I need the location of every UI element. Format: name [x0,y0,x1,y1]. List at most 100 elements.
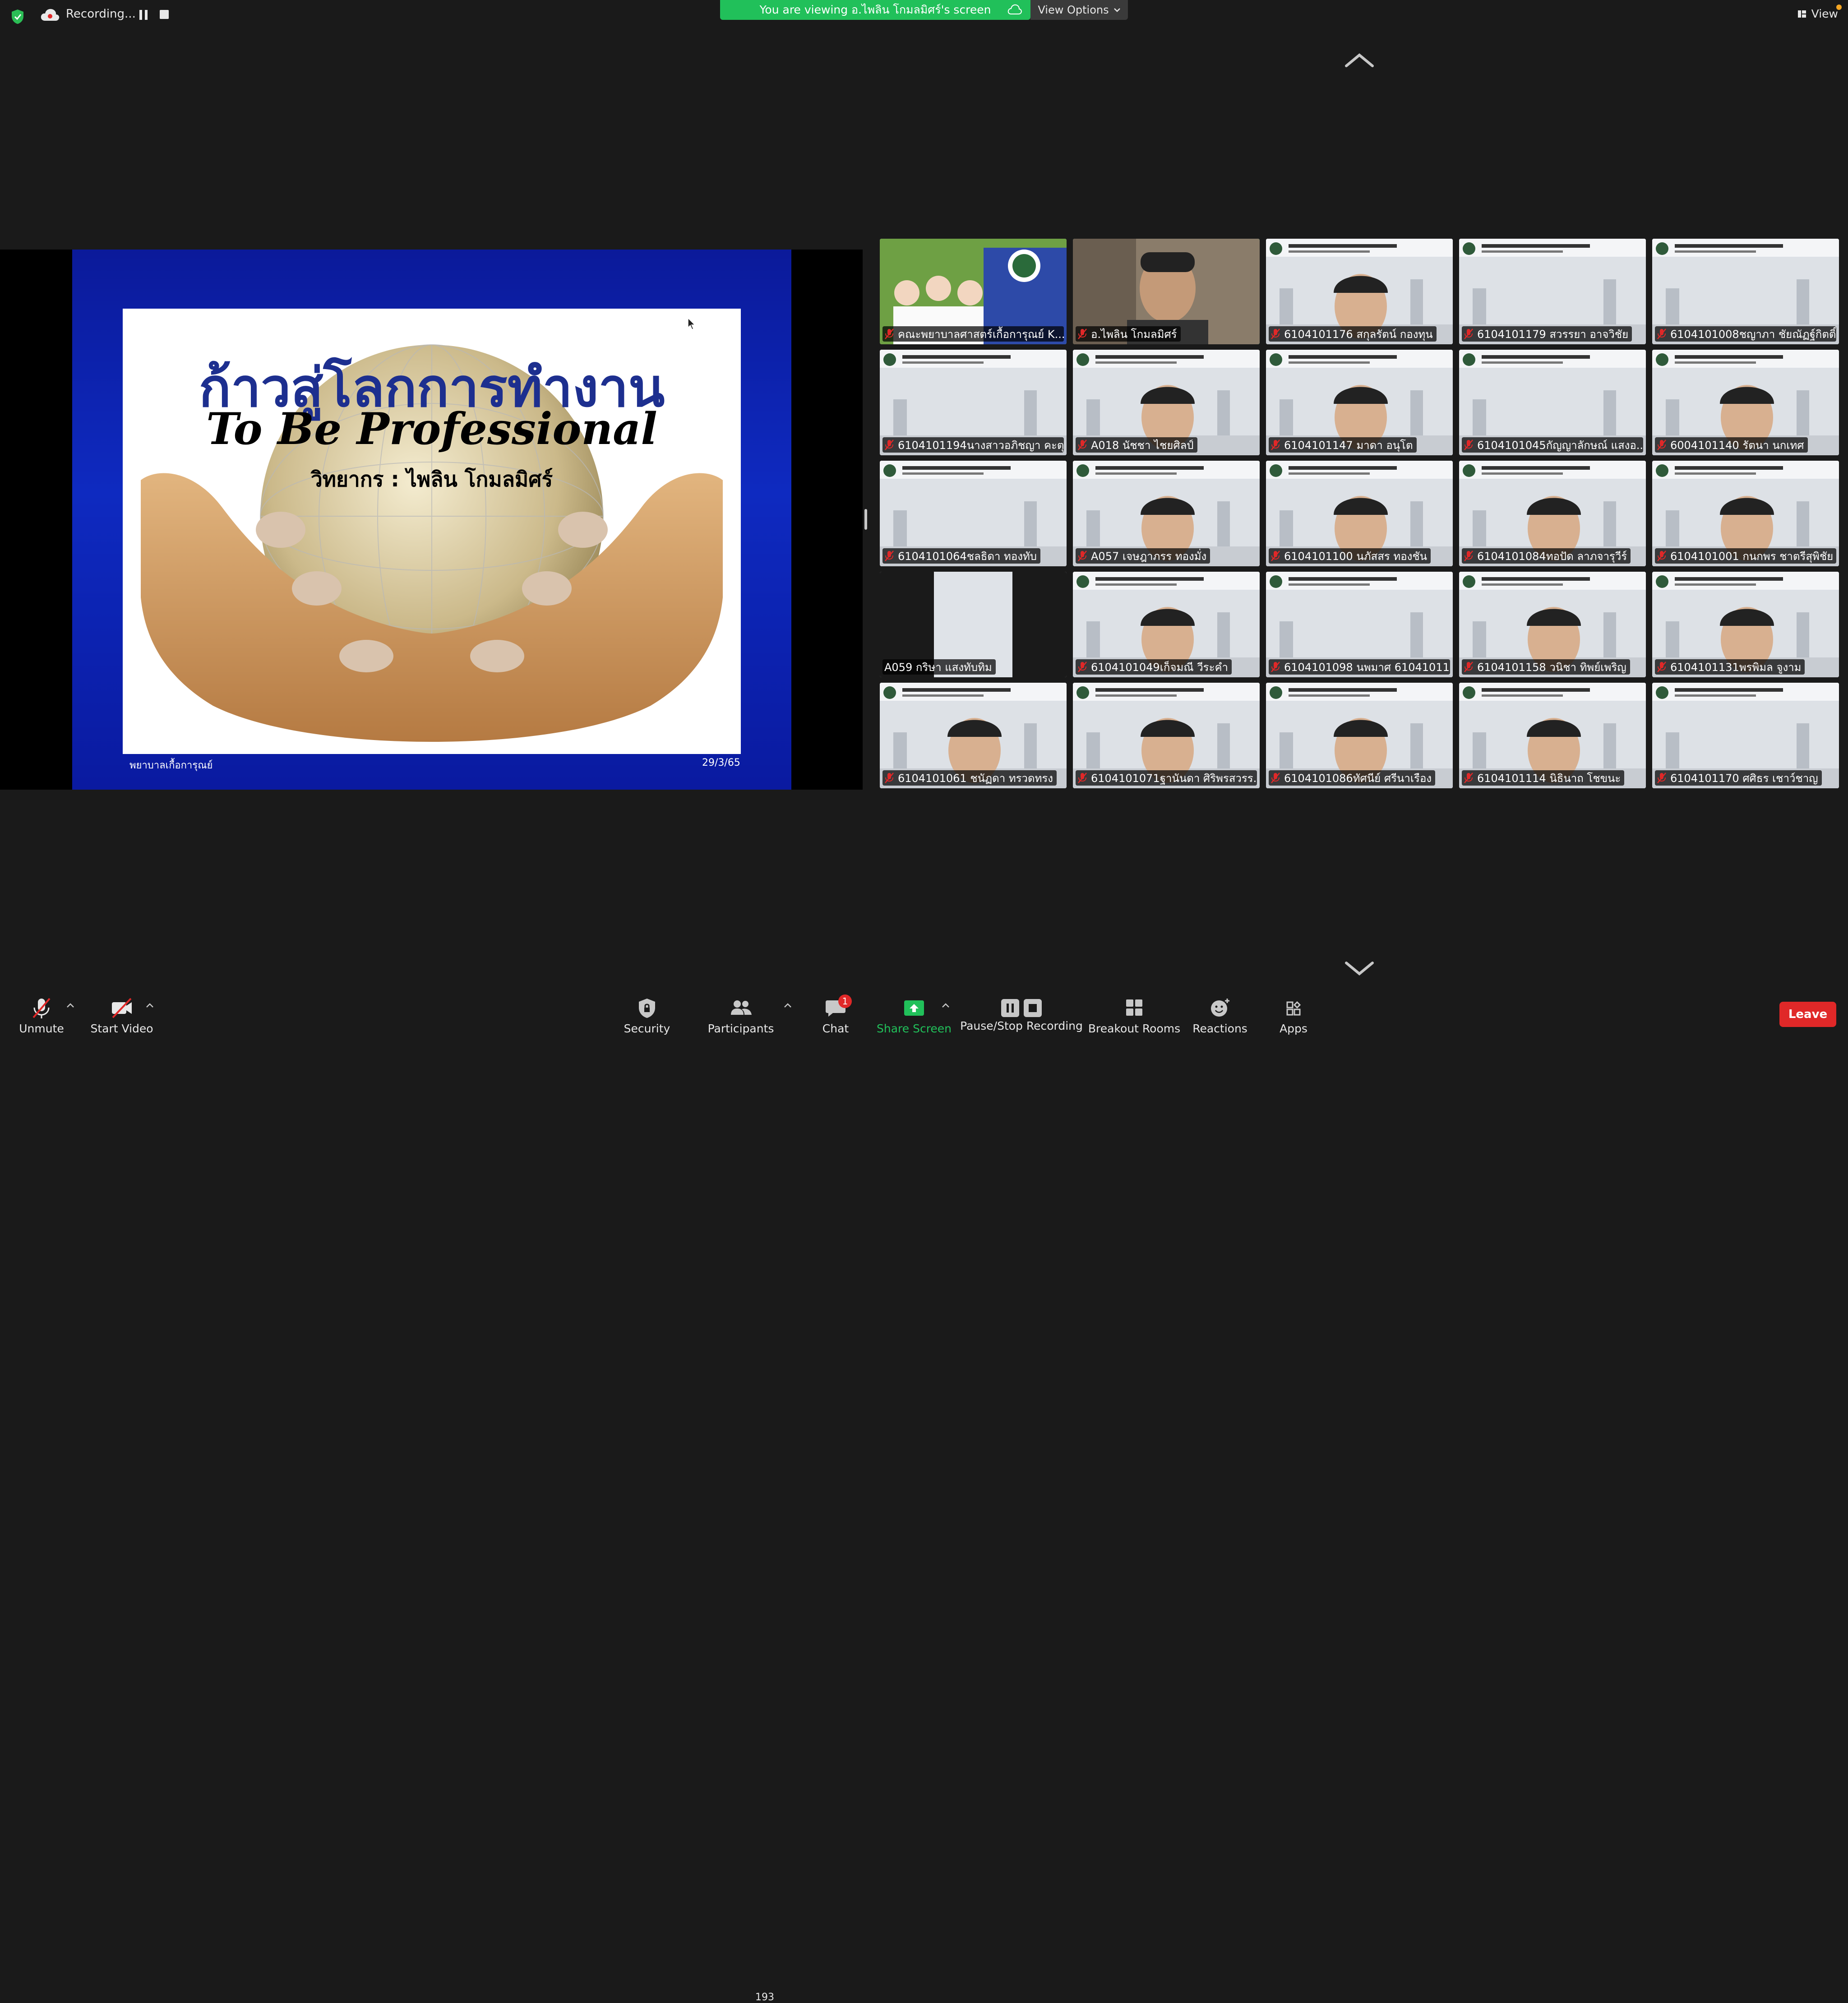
reactions-button[interactable]: Reactions [1192,991,1247,1040]
shield-check-icon[interactable] [11,9,24,24]
participant-tile[interactable]: 6104101086ทัศนีย์ ศรีนาเรือง [1266,683,1453,788]
apps-button[interactable]: Apps [1277,991,1310,1040]
participant-tile[interactable]: 6104101179 สวรรยา อาจวิชัย [1459,239,1646,344]
mic-muted-icon [1464,773,1473,783]
participant-name: 6104101084ทอปัด ลาภจารุวีร์ [1477,550,1627,563]
mic-muted-icon [32,998,51,1018]
participant-name-label: A018 นัชชา ไชยศิลป์ [1076,437,1197,453]
participant-tile[interactable]: 6004101140 รัตนา นกเทศ [1652,350,1839,455]
shared-screen[interactable]: ก้าวสู่โลกการทำงาน To Be Professional วิ… [0,250,863,790]
chat-label: Chat [822,1022,849,1035]
participants-button[interactable]: Participants [708,991,774,1040]
mic-muted-icon [1271,328,1280,339]
security-button[interactable]: Security [624,991,670,1040]
mic-muted-icon [1657,550,1666,561]
participant-name: 6104101114 นิธินาถ โชขนะ [1477,772,1621,785]
participant-tile[interactable]: อ.ไพลิน โกมลมิศร์ [1073,239,1260,344]
audio-options-caret-icon[interactable] [66,1002,75,1009]
leave-button[interactable]: Leave [1779,1002,1836,1027]
view-button[interactable]: View [1797,7,1838,20]
participant-name: 6104101194นางสาวอภิชญา คะตุน [898,439,1064,452]
unmute-button[interactable]: Unmute [19,991,64,1040]
participant-tile[interactable]: A018 นัชชา ไชยศิลป์ [1073,350,1260,455]
participant-name: 6104101131พรพิมล จูงาม [1670,661,1802,674]
mic-muted-icon [885,328,894,339]
slide-content: ก้าวสู่โลกการทำงาน To Be Professional วิ… [123,309,741,754]
mic-muted-icon [1078,439,1087,450]
participant-name-label: คณะพยาบาลศาสตร์เกื้อการุณย์ K... [882,326,1064,342]
participant-tile[interactable]: 6104101001 กนกพร ชาตรีสุพิชัย [1652,461,1839,566]
participant-name: 6104101100 นภัสสร ทองชัน [1284,550,1428,563]
viewing-banner-text: You are viewing อ.ไพลิน โกมลมิศร์'s scre… [759,3,991,16]
mic-muted-icon [1657,773,1666,783]
participant-tile[interactable]: A059 กริษา แสงทับทิม [880,572,1067,677]
participant-name-label: 6104101194นางสาวอภิชญา คะตุน [882,437,1064,453]
pause-stop-recording-button[interactable]: Pause/Stop Recording [960,991,1083,1040]
mic-muted-icon [1464,328,1473,339]
participant-name-label: 6104101086ทัศนีย์ ศรีนาเรือง [1269,770,1436,786]
participant-name: อ.ไพลิน โกมลมิศร์ [1091,328,1177,341]
mouse-cursor-icon [688,318,696,330]
participants-count: 193 [755,1992,774,2003]
participant-name: 6104101064ชลธิดา ทองทับ [898,550,1037,563]
mic-muted-icon [1657,661,1666,672]
participant-tile[interactable]: 6104101049เก็จมณี วีระคำ [1073,572,1260,677]
participant-name-label: 6104101064ชลธิดา ทองทับ [882,548,1041,564]
slide-footer-date: 29/3/65 [702,757,740,768]
view-options-button[interactable]: View Options [1030,0,1128,20]
pause-icon [1001,999,1019,1017]
pause-recording-icon[interactable] [138,9,149,21]
participant-name-label: 6104101176 สกุลรัตน์ กองทุน [1269,326,1437,342]
slide-title-english: To Be Professional [206,403,657,454]
participant-tile[interactable]: 6104101084ทอปัด ลาภจารุวีร์ [1459,461,1646,566]
pause-stop-icons [1001,999,1042,1018]
view-options-label: View Options [1038,4,1109,16]
participant-tile[interactable]: 6104101045กัญญาลักษณ์ แสงอ... [1459,350,1646,455]
participant-tile[interactable]: 6104101176 สกุลรัตน์ กองทุน [1266,239,1453,344]
participant-tile[interactable]: 6104101147 มาดา อนุโต [1266,350,1453,455]
top-status-bar: Recording... You are viewing อ.ไพลิน โกม… [0,0,1848,32]
participant-tile[interactable]: 6104101098 นพมาศ 61041011... [1266,572,1453,677]
participant-name: 6104101071ฐานันดา ศิริพรสวรร... [1091,772,1257,785]
participant-tile[interactable]: 6104101131พรพิมล จูงาม [1652,572,1839,677]
participant-tile[interactable]: 6104101008ชญาภา ชัยณัฏฐ์กิตติ์ [1652,239,1839,344]
cloud-recording-icon [41,9,60,21]
participant-name-label: 6104101100 นภัสสร ทองชัน [1269,548,1431,564]
split-view-handle[interactable] [864,509,867,530]
participant-tile[interactable]: 6104101064ชลธิดา ทองทับ [880,461,1067,566]
share-screen-button[interactable]: Share Screen [877,991,952,1040]
start-video-button[interactable]: Start Video [90,991,153,1040]
participant-tile[interactable]: 6104101100 นภัสสร ทองชัน [1266,461,1453,566]
participant-tile[interactable]: 6104101170 ศศิธร เชาว์ชาญ [1652,683,1839,788]
stop-recording-icon[interactable] [160,10,169,19]
participant-name-label: 6104101001 กนกพร ชาตรีสุพิชัย [1655,548,1836,564]
share-options-caret-icon[interactable] [941,1002,950,1009]
participant-name: 6104101008ชญาภา ชัยณัฏฐ์กิตติ์ [1670,328,1836,341]
participant-name-label: 6104101049เก็จมณี วีระคำ [1076,659,1232,675]
participant-tile[interactable]: 6104101158 วนิชา ทิพย์เพริญ [1459,572,1646,677]
mic-muted-icon [1464,439,1473,450]
participants-options-caret-icon[interactable] [783,1002,792,1009]
participant-tile[interactable]: 6104101194นางสาวอภิชญา คะตุน [880,350,1067,455]
mic-muted-icon [1271,773,1280,783]
mic-muted-icon [885,439,894,450]
unmute-label: Unmute [19,1022,64,1035]
participant-name-label: 6104101158 วนิชา ทิพย์เพริญ [1462,659,1630,675]
participant-name: 6104101086ทัศนีย์ ศรีนาเรือง [1284,772,1432,785]
participant-tile[interactable]: คณะพยาบาลศาสตร์เกื้อการุณย์ K... [880,239,1067,344]
breakout-rooms-button[interactable]: Breakout Rooms [1088,991,1180,1040]
participant-name: 6104101176 สกุลรัตน์ กองทุน [1284,328,1433,341]
gallery-prev-page-icon[interactable] [1344,52,1375,69]
gallery-next-page-icon[interactable] [1344,960,1375,976]
video-options-caret-icon[interactable] [145,1002,154,1009]
participant-name: 6104101049เก็จมณี วีระคำ [1091,661,1228,674]
participant-name: คณะพยาบาลศาสตร์เกื้อการุณย์ K... [898,328,1064,341]
participant-tile[interactable]: 6104101061 ชนัฏดา ทรวดทรง [880,683,1067,788]
mic-muted-icon [1078,550,1087,561]
participant-tile[interactable]: 6104101114 นิธินาถ โชขนะ [1459,683,1646,788]
participant-name-label: A057 เจษฎาภรร ทองมั่ง [1076,548,1210,564]
mic-muted-icon [1078,661,1087,672]
participant-name-label: 6104101114 นิธินาถ โชขนะ [1462,770,1625,786]
participant-tile[interactable]: A057 เจษฎาภรร ทองมั่ง [1073,461,1260,566]
participant-tile[interactable]: 6104101071ฐานันดา ศิริพรสวรร... [1073,683,1260,788]
